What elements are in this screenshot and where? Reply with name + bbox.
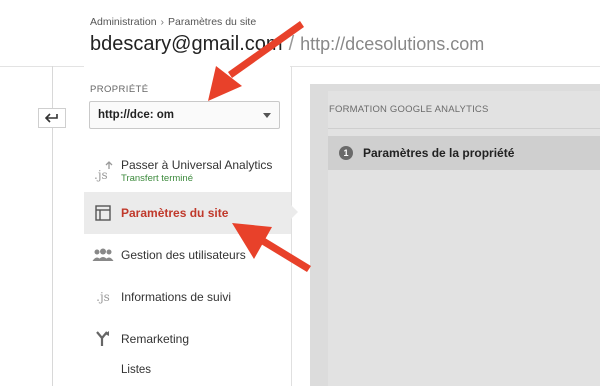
- divider: [328, 128, 600, 129]
- panel-divider: [291, 66, 292, 386]
- sidebar-item-universal-analytics[interactable]: .js Passer à Universal Analytics Transfe…: [84, 150, 291, 192]
- breadcrumb-site-settings: Paramètres du site: [168, 16, 257, 28]
- js-upgrade-icon: .js: [92, 160, 114, 182]
- account-email: bdescary@gmail.com: [90, 33, 283, 55]
- back-arrow-icon: [45, 113, 58, 123]
- sidebar-item-label: Remarketing: [121, 332, 190, 346]
- collapse-button[interactable]: [38, 108, 66, 128]
- sidebar-subitem-lists[interactable]: Listes: [121, 364, 151, 376]
- sidebar-item-tracking-info[interactable]: .js Informations de suivi: [84, 276, 291, 318]
- sidebar-item-label: Paramètres du site: [121, 206, 229, 220]
- property-select-value: http://dce: om: [98, 109, 175, 121]
- section-title: FORMATION GOOGLE ANALYTICS: [329, 104, 489, 115]
- active-indicator: [291, 205, 298, 219]
- sidebar-item-sublabel: Transfert terminé: [121, 173, 193, 184]
- chevron-down-icon: [263, 112, 271, 118]
- breadcrumb-separator: ›: [160, 16, 165, 28]
- sidebar-item-site-settings[interactable]: Paramètres du site: [84, 192, 291, 234]
- sidebar-item-remarketing[interactable]: Remarketing: [84, 318, 291, 360]
- sidebar-item-label: Gestion des utilisateurs: [121, 248, 246, 262]
- title-separator: /: [288, 33, 295, 55]
- page-header: Administration › Paramètres du site bdesca…: [0, 0, 600, 67]
- sidebar-item-users[interactable]: Gestion des utilisateurs: [84, 234, 291, 276]
- property-select[interactable]: http://dce: om: [89, 101, 280, 129]
- step-property-settings[interactable]: 1 Paramètres de la propriété: [328, 136, 600, 170]
- step-label: Paramètres de la propriété: [363, 146, 515, 160]
- svg-text:.js: .js: [94, 168, 108, 182]
- breadcrumb: Administration › Paramètres du site: [90, 16, 256, 28]
- remarketing-icon: [92, 328, 114, 350]
- sidebar-item-label: Passer à Universal Analytics: [121, 158, 273, 172]
- breadcrumb-administration[interactable]: Administration: [90, 16, 157, 28]
- property-label: PROPRIÉTÉ: [90, 84, 149, 95]
- sidebar-item-label: Informations de suivi: [121, 290, 232, 304]
- site-settings-icon: [92, 202, 114, 224]
- users-icon: [92, 244, 114, 266]
- account-url: http://dcesolutions.com: [300, 34, 485, 54]
- page-title: bdescary@gmail.com / http://dcesolutions.c…: [90, 33, 484, 56]
- step-number-badge: 1: [339, 146, 353, 160]
- js-icon: .js: [96, 290, 110, 304]
